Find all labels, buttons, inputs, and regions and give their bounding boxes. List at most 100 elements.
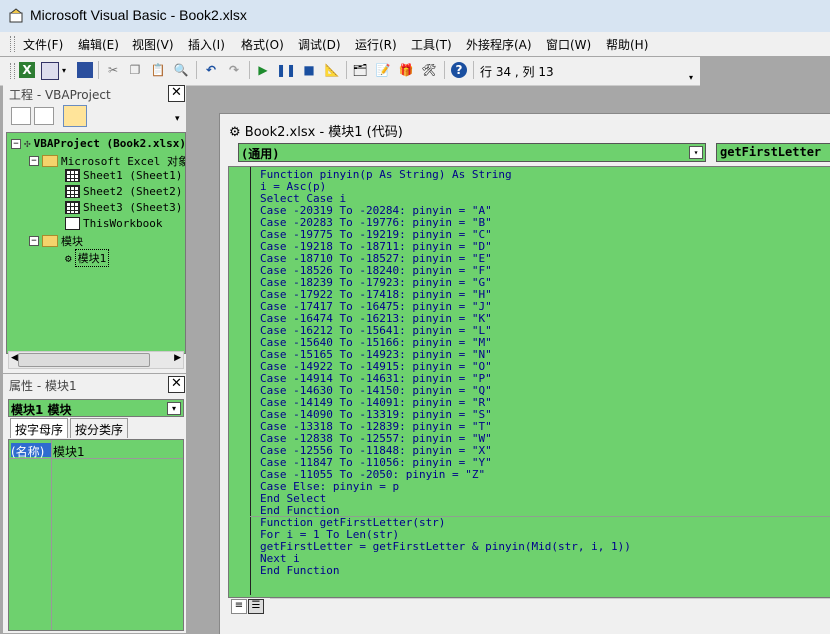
cursor-position: 行 34 , 列 13 xyxy=(480,65,554,79)
menu-bar: 文件(F) 编辑(E) 视图(V) 插入(I) 格式(O) 调试(D) 运行(R… xyxy=(0,32,830,56)
copy-icon[interactable]: ❐ xyxy=(127,62,143,78)
menu-insert[interactable]: 插入(I) xyxy=(188,36,225,53)
tree-node-label: Sheet2 (Sheet2) xyxy=(83,185,183,198)
tab-alphabetic[interactable]: 按字母序 xyxy=(10,418,69,438)
collapse-icon[interactable]: − xyxy=(29,156,39,166)
tree-node-label: VBAProject (Book2.xlsx) xyxy=(33,137,186,150)
break-icon[interactable]: ❚❚ xyxy=(276,62,296,78)
menu-file[interactable]: 文件(F) xyxy=(23,36,63,53)
code-line[interactable]: getFirstLetter = getFirstLetter & pinyin… xyxy=(260,541,631,553)
scroll-right-icon[interactable]: ▶ xyxy=(174,353,181,363)
toolbox-icon[interactable]: 🛠 xyxy=(421,62,437,78)
view-code-icon[interactable] xyxy=(11,107,31,125)
view-toggle-buttons: ≡ ☰ xyxy=(229,598,269,614)
properties-pane-header: 属性 - 模块1 ✕ xyxy=(3,374,186,394)
code-margin[interactable] xyxy=(229,167,251,595)
cut-icon[interactable]: ✂ xyxy=(105,62,121,78)
view-object-icon[interactable] xyxy=(34,107,54,125)
toolbar-separator xyxy=(473,61,474,79)
worksheet-icon xyxy=(65,185,80,198)
tree-node-thisworkbook[interactable]: ThisWorkbook xyxy=(65,217,162,230)
collapse-icon[interactable]: − xyxy=(29,236,39,246)
folder-icon xyxy=(42,235,58,247)
grid-divider xyxy=(9,458,183,459)
paste-icon[interactable]: 📋 xyxy=(150,62,166,78)
undo-icon[interactable]: ↶ xyxy=(203,62,219,78)
tree-node-sheet2[interactable]: Sheet2 (Sheet2) xyxy=(65,185,182,198)
menu-format[interactable]: 格式(O) xyxy=(241,36,284,53)
code-window-title-text: Book2.xlsx - 模块1 (代码) xyxy=(244,125,403,140)
toolbar-separator xyxy=(346,61,347,79)
run-icon[interactable]: ▶ xyxy=(255,62,271,78)
excel-icon[interactable]: X xyxy=(19,62,35,78)
title-bar: Microsoft Visual Basic - Book2.xlsx xyxy=(0,0,830,32)
property-name[interactable]: (名称) xyxy=(11,443,51,459)
toolbar-grip[interactable] xyxy=(10,63,15,79)
code-window-title: ⚙ Book2.xlsx - 模块1 (代码) xyxy=(229,121,403,140)
redo-icon[interactable]: ↷ xyxy=(226,62,242,78)
chevron-down-icon[interactable]: ▾ xyxy=(689,146,703,159)
scroll-left-icon[interactable]: ◀ xyxy=(11,353,18,363)
menu-edit[interactable]: 编辑(E) xyxy=(78,36,119,53)
tree-node-label: Microsoft Excel 对象 xyxy=(61,155,186,168)
dropdown-icon[interactable]: ▾ xyxy=(60,62,68,78)
properties-icon[interactable]: 📝 xyxy=(375,62,391,78)
workbook-icon xyxy=(65,217,80,230)
tree-node-label: Sheet1 (Sheet1) xyxy=(83,169,183,182)
toolbar-options-icon[interactable]: ▾ xyxy=(687,69,695,85)
worksheet-icon xyxy=(65,201,80,214)
menu-addins[interactable]: 外接程序(A) xyxy=(466,36,532,53)
tree-node-excel-objects[interactable]: − Microsoft Excel 对象 xyxy=(29,153,186,169)
properties-grid: (名称) 模块1 xyxy=(8,439,184,631)
project-tree: − ✣ VBAProject (Book2.xlsx) − Microsoft … xyxy=(6,132,186,354)
window-title: Microsoft Visual Basic - Book2.xlsx xyxy=(30,7,247,23)
properties-object-select[interactable]: 模块1 模块 ▾ xyxy=(8,399,184,417)
folder-icon xyxy=(42,155,58,167)
menu-help[interactable]: 帮助(H) xyxy=(606,36,648,53)
menu-view[interactable]: 视图(V) xyxy=(132,36,174,53)
properties-pane-title: 属性 - 模块1 xyxy=(9,379,77,393)
find-icon[interactable]: 🔍 xyxy=(173,62,189,78)
object-browser-icon[interactable]: 🎁 xyxy=(398,62,414,78)
tree-node-module1[interactable]: ⚙ 模块1 xyxy=(65,249,110,267)
menu-debug[interactable]: 调试(D) xyxy=(298,36,341,53)
save-icon[interactable] xyxy=(77,62,93,78)
object-select-value: 模块1 模块 xyxy=(11,403,72,417)
toggle-folders-icon[interactable] xyxy=(63,105,87,127)
vbaproject-icon: ✣ xyxy=(24,137,31,150)
tab-categorized[interactable]: 按分类序 xyxy=(70,418,129,438)
full-module-view-icon[interactable]: ☰ xyxy=(248,599,264,614)
tree-node-label: Sheet3 (Sheet3) xyxy=(83,201,183,214)
toolbar-separator xyxy=(249,61,250,79)
collapse-icon[interactable]: − xyxy=(11,138,21,149)
procedure-combo[interactable]: getFirstLetter xyxy=(716,143,830,162)
procedure-view-icon[interactable]: ≡ xyxy=(231,599,247,614)
menu-window[interactable]: 窗口(W) xyxy=(546,36,591,53)
pane-toolbar-overflow-icon[interactable]: ▾ xyxy=(175,114,180,124)
tree-node-vbaproject[interactable]: − ✣ VBAProject (Book2.xlsx) xyxy=(11,137,186,150)
tree-node-label: 模块 xyxy=(61,235,83,248)
code-hscrollbar[interactable] xyxy=(270,598,830,615)
tree-node-modules[interactable]: − 模块 xyxy=(29,233,83,249)
reset-icon[interactable]: ■ xyxy=(301,62,317,78)
module-icon: ⚙ xyxy=(65,251,72,265)
close-icon[interactable]: ✕ xyxy=(168,376,185,393)
tree-node-sheet3[interactable]: Sheet3 (Sheet3) xyxy=(65,201,182,214)
code-line[interactable]: End Function xyxy=(260,565,339,577)
scroll-thumb[interactable] xyxy=(18,353,150,367)
object-combo[interactable]: (通用) ▾ xyxy=(238,143,706,162)
toolbar-separator xyxy=(444,61,445,79)
tree-node-sheet1[interactable]: Sheet1 (Sheet1) xyxy=(65,169,182,182)
insert-userform-icon[interactable] xyxy=(41,62,59,80)
chevron-down-icon[interactable]: ▾ xyxy=(167,402,181,415)
design-mode-icon[interactable]: 📐 xyxy=(324,62,340,78)
object-combo-value: (通用) xyxy=(241,147,280,161)
help-icon[interactable]: ? xyxy=(451,62,467,78)
menu-grip[interactable] xyxy=(10,36,15,52)
menu-tools[interactable]: 工具(T) xyxy=(411,36,452,53)
menu-run[interactable]: 运行(R) xyxy=(355,36,397,53)
tree-node-label: 模块1 xyxy=(74,249,110,267)
project-explorer-icon[interactable]: 🗂 xyxy=(352,62,368,78)
close-icon[interactable]: ✕ xyxy=(168,85,185,102)
toolbar-separator xyxy=(98,61,99,79)
